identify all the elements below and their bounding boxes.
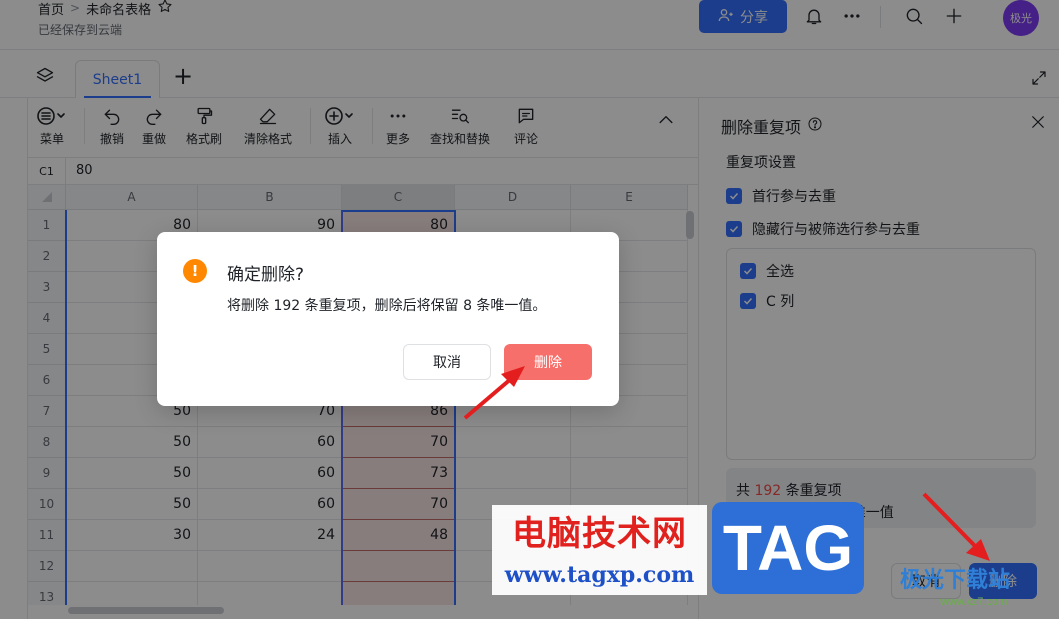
watermark-jg-text: 极光下载站 (900, 567, 1011, 592)
watermark-tag-logo: TAG (712, 502, 864, 594)
arrow-to-panel-delete (922, 492, 979, 550)
arrow-to-dialog-delete (463, 376, 514, 420)
watermark-url: www.tagxp.com (492, 555, 707, 595)
watermark-cn-text: 电脑技术网 (492, 505, 707, 555)
watermark-jg-url: www.xz7.com (940, 596, 1008, 608)
